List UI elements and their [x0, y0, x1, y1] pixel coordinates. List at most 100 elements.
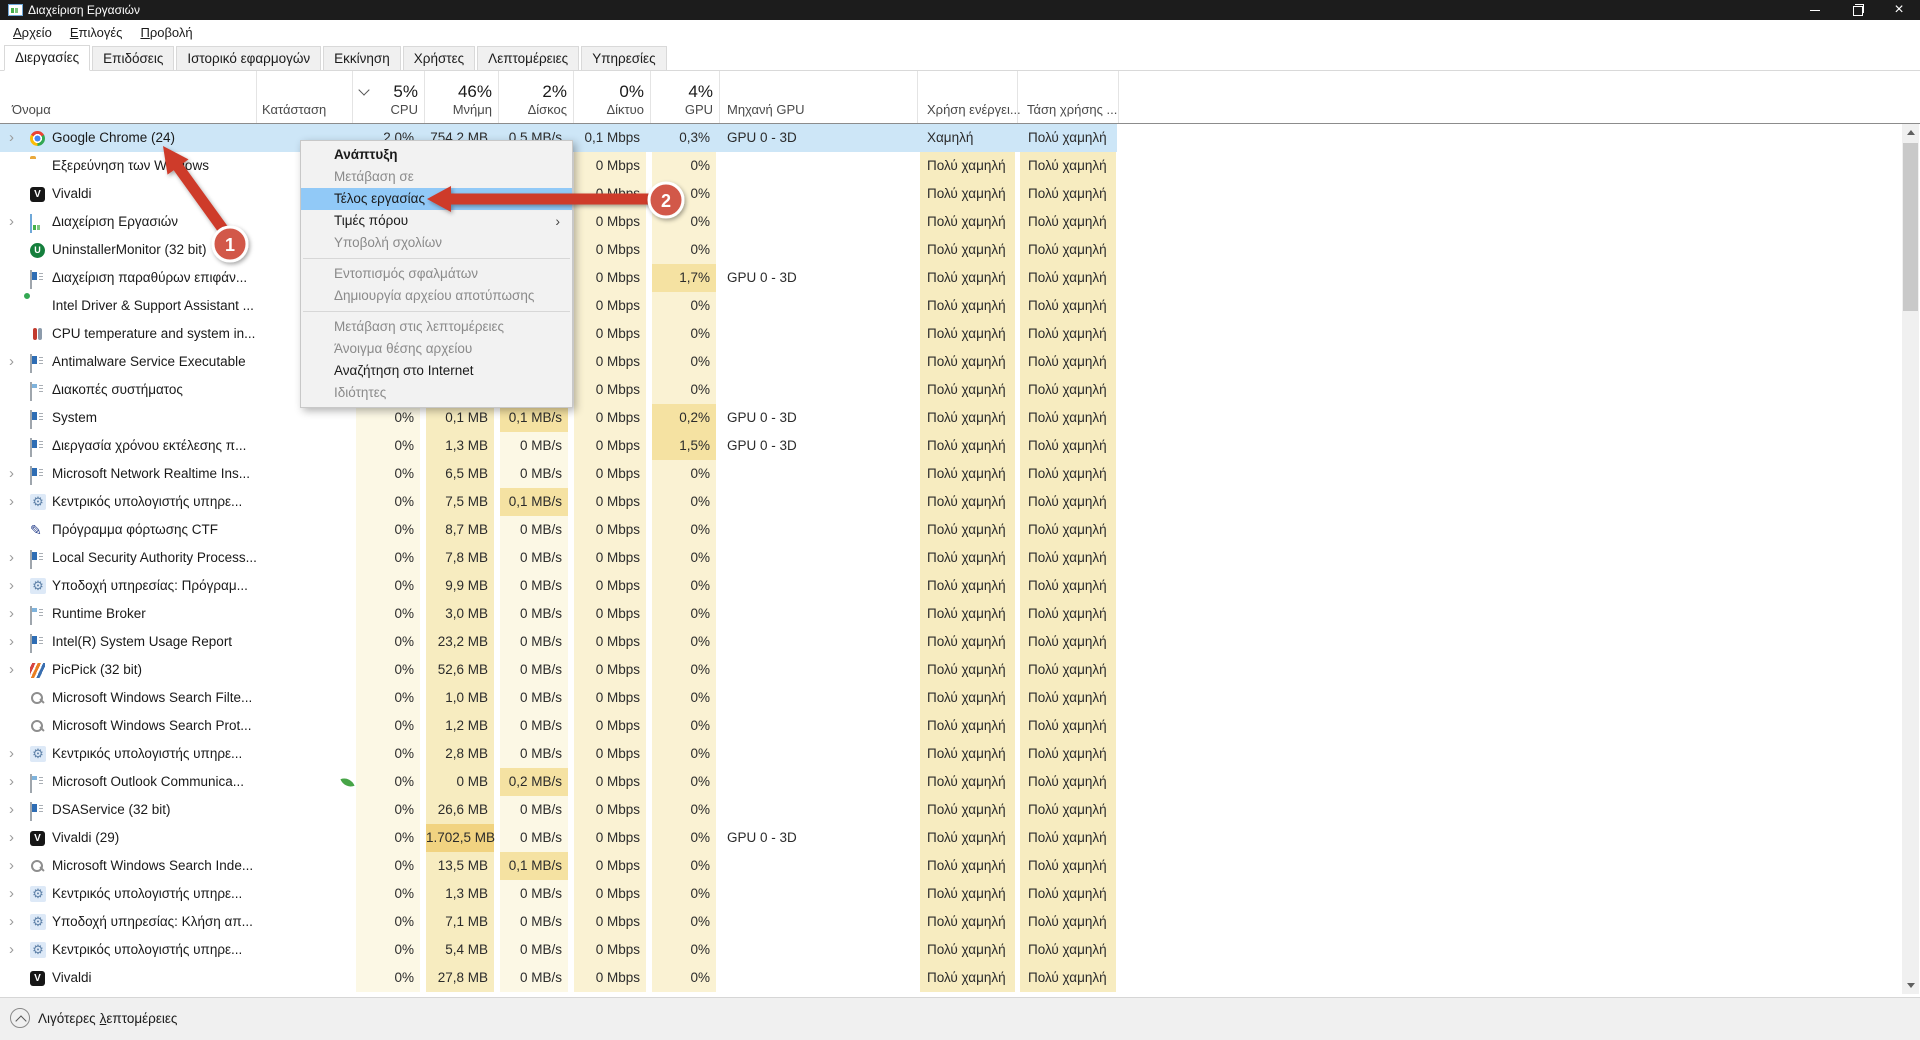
network-cell: 0 Mbps [574, 236, 646, 264]
disk-cell: 0 MB/s [500, 628, 568, 656]
header-power-trend[interactable]: Τάση χρήσης ... [1027, 102, 1117, 117]
expand-chevron-icon[interactable]: › [9, 824, 23, 852]
process-row[interactable]: ›PicPick (32 bit)0%52,6 MB0 MB/s0 Mbps0%… [0, 656, 1117, 684]
cpu-cell: 0% [356, 628, 420, 656]
expand-chevron-icon[interactable]: › [9, 460, 23, 488]
process-row[interactable]: ›Κεντρικός υπολογιστής υπηρε...0%5,4 MB0… [0, 936, 1117, 964]
tab-services[interactable]: Υπηρεσίες [581, 46, 666, 70]
process-name: Microsoft Windows Search Inde... [52, 852, 253, 880]
expand-chevron-icon[interactable]: › [9, 796, 23, 824]
minimize-button[interactable] [1794, 0, 1836, 20]
expand-chevron-icon[interactable]: › [9, 740, 23, 768]
task-manager-window: Διαχείριση Εργασιών Αρχείο Επιλογές Προβ… [0, 0, 1920, 1040]
process-row[interactable]: Microsoft Windows Search Prot...0%1,2 MB… [0, 712, 1117, 740]
header-cpu[interactable]: 5% CPU [353, 71, 423, 123]
process-row[interactable]: ›Κεντρικός υπολογιστής υπηρε...0%7,5 MB0… [0, 488, 1117, 516]
menu-file[interactable]: Αρχείο [4, 20, 61, 45]
process-row[interactable]: Vivaldi0%27,8 MB0 MB/s0 Mbps0%Πολύ χαμηλ… [0, 964, 1117, 992]
process-row[interactable]: ›Runtime Broker0%3,0 MB0 MB/s0 Mbps0%Πολ… [0, 600, 1117, 628]
process-row[interactable]: Microsoft Windows Search Filte...0%1,0 M… [0, 684, 1117, 712]
tab-users[interactable]: Χρήστες [403, 46, 475, 70]
gpu-engine-cell [721, 320, 916, 348]
process-row[interactable]: ›Microsoft Windows Search Inde...0%13,5 … [0, 852, 1117, 880]
expand-chevron-icon[interactable]: › [9, 572, 23, 600]
scroll-down-arrow[interactable] [1902, 977, 1919, 994]
header-status[interactable]: Κατάσταση [262, 102, 326, 117]
expand-chevron-icon[interactable]: › [9, 488, 23, 516]
network-cell: 0 Mbps [574, 180, 646, 208]
network-cell: 0 Mbps [574, 656, 646, 684]
memory-cell: 1,0 MB [426, 684, 494, 712]
uninstaller-icon [30, 243, 45, 258]
expand-chevron-icon[interactable]: › [9, 628, 23, 656]
tab-startup[interactable]: Εκκίνηση [323, 46, 401, 70]
header-power-usage[interactable]: Χρήση ενέργει... [927, 102, 1021, 117]
expand-chevron-icon[interactable]: › [9, 544, 23, 572]
menu-view[interactable]: Προβολή [131, 20, 201, 45]
process-row[interactable]: ›DSAService (32 bit)0%26,6 MB0 MB/s0 Mbp… [0, 796, 1117, 824]
process-row[interactable]: ›Κεντρικός υπολογιστής υπηρε...0%2,8 MB0… [0, 740, 1117, 768]
process-name: Vivaldi [52, 964, 92, 992]
power-usage-cell: Πολύ χαμηλή [920, 236, 1015, 264]
process-row[interactable]: Πρόγραμμα φόρτωσης CTF0%8,7 MB0 MB/s0 Mb… [0, 516, 1117, 544]
gpu-cell: 0% [652, 208, 716, 236]
chrome-icon [30, 131, 45, 146]
header-network[interactable]: 0% Δίκτυο [574, 71, 649, 123]
tab-details[interactable]: Λεπτομέρειες [477, 46, 579, 70]
menu-item-resource-values[interactable]: Τιμές πόρου › [301, 210, 572, 232]
process-row[interactable]: ›Υποδοχή υπηρεσίας: Πρόγραμ...0%9,9 MB0 … [0, 572, 1117, 600]
process-row[interactable]: ›Local Security Authority Process...0%7,… [0, 544, 1117, 572]
process-name: CPU temperature and system in... [52, 320, 255, 348]
header-memory[interactable]: 46% Μνήμη [425, 71, 497, 123]
tab-performance[interactable]: Επιδόσεις [92, 46, 174, 70]
tab-processes[interactable]: Διεργασίες [4, 45, 90, 71]
header-gpu[interactable]: 4% GPU [651, 71, 718, 123]
expand-chevron-icon[interactable]: › [9, 600, 23, 628]
process-row[interactable]: System0%0,1 MB0,1 MB/s0 Mbps0,2%GPU 0 - … [0, 404, 1117, 432]
expand-chevron-icon[interactable]: › [9, 768, 23, 796]
cpu-cell: 0% [356, 964, 420, 992]
process-row[interactable]: ›Κεντρικός υπολογιστής υπηρε...0%1,3 MB0… [0, 880, 1117, 908]
expand-chevron-icon[interactable]: › [9, 208, 23, 236]
header-name[interactable]: Όνομα [12, 102, 51, 117]
process-row[interactable]: ›Microsoft Outlook Communica...0%0 MB0,2… [0, 768, 1117, 796]
process-name: Διαχείριση παραθύρων επιφάν... [52, 264, 247, 292]
expand-chevron-icon[interactable]: › [9, 880, 23, 908]
fewer-details-button[interactable]: Λιγότερεςλεπτομέρειες [10, 1006, 177, 1030]
scroll-up-arrow[interactable] [1902, 124, 1919, 141]
expand-chevron-icon[interactable]: › [9, 124, 23, 152]
process-name: PicPick (32 bit) [52, 656, 142, 684]
vertical-scrollbar[interactable] [1902, 124, 1919, 994]
close-button[interactable] [1878, 0, 1920, 20]
expand-chevron-icon[interactable]: › [9, 936, 23, 964]
gpu-engine-cell: GPU 0 - 3D [721, 124, 916, 152]
disk-cell: 0,2 MB/s [500, 768, 568, 796]
menu-item-expand[interactable]: Ανάπτυξη [301, 144, 572, 166]
gpu-cell: 0% [652, 740, 716, 768]
process-row[interactable]: Διεργασία χρόνου εκτέλεσης π...0%1,3 MB0… [0, 432, 1117, 460]
process-name: Microsoft Network Realtime Ins... [52, 460, 250, 488]
process-row[interactable]: ›Intel(R) System Usage Report0%23,2 MB0 … [0, 628, 1117, 656]
title-bar: Διαχείριση Εργασιών [0, 0, 1920, 20]
gpu-engine-cell [721, 768, 916, 796]
process-row[interactable]: ›Υποδοχή υπηρεσίας: Κλήση απ...0%7,1 MB0… [0, 908, 1117, 936]
process-row[interactable]: ›Microsoft Network Realtime Ins...0%6,5 … [0, 460, 1117, 488]
expand-chevron-icon[interactable]: › [9, 908, 23, 936]
menu-item-end-task[interactable]: Τέλος εργασίας [301, 188, 572, 210]
scrollbar-thumb[interactable] [1903, 143, 1918, 311]
header-disk[interactable]: 2% Δίσκος [499, 71, 572, 123]
expand-chevron-icon[interactable]: › [9, 656, 23, 684]
header-gpu-engine[interactable]: Μηχανή GPU [727, 102, 805, 117]
menu-options[interactable]: Επιλογές [61, 20, 132, 45]
process-row[interactable]: ›Vivaldi (29)0%1.702,5 MB0 MB/s0 Mbps0%G… [0, 824, 1117, 852]
menu-item-search-online[interactable]: Αναζήτηση στο Internet [301, 360, 572, 382]
power-trend-cell: Πολύ χαμηλή [1020, 964, 1116, 992]
expand-chevron-icon[interactable]: › [9, 348, 23, 376]
window2-icon [30, 606, 32, 625]
expand-chevron-icon[interactable]: › [9, 852, 23, 880]
power-trend-cell: Πολύ χαμηλή [1020, 264, 1116, 292]
tab-app-history[interactable]: Ιστορικό εφαρμογών [176, 46, 321, 70]
power-trend-cell: Πολύ χαμηλή [1020, 852, 1116, 880]
gpu-engine-cell [721, 152, 916, 180]
restore-button[interactable] [1836, 0, 1878, 20]
